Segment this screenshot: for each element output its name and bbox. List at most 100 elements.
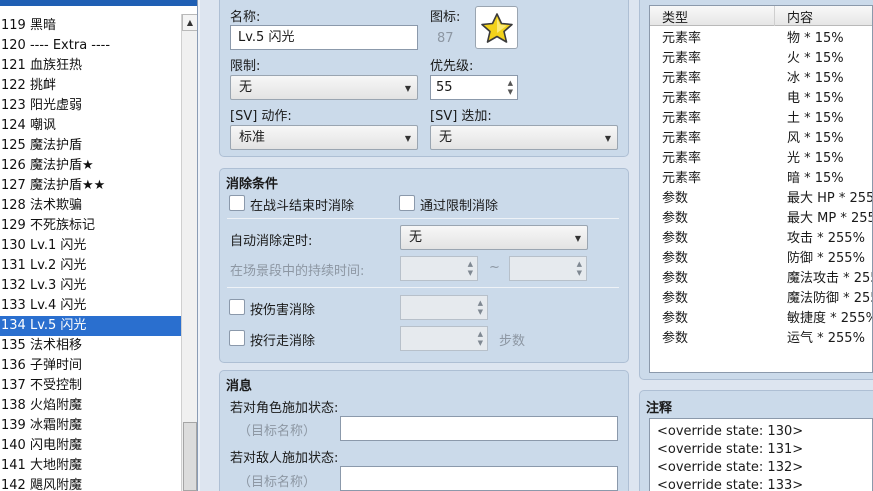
state-list[interactable]: 119 黑暗 120 ---- Extra ---- 121 血族狂热 122 挑衅 1… <box>0 0 198 491</box>
traits-table-row[interactable]: 元素率 风 * 15% <box>650 126 872 146</box>
list-item[interactable]: 141 大地附魔 <box>0 456 181 476</box>
list-item[interactable]: 137 不受控制 <box>0 376 181 396</box>
remove-by-walking-label: 按行走消除 <box>250 334 316 349</box>
spin-up-icon[interactable]: ▲ <box>577 260 582 268</box>
spin-down-icon[interactable]: ▼ <box>577 269 582 277</box>
walking-steps-spinner[interactable]: ▲ ▼ <box>400 326 488 351</box>
list-item[interactable]: 125 魔法护盾 <box>0 136 181 156</box>
note-line: <override state: 131> <box>657 442 804 457</box>
spin-down-icon[interactable]: ▼ <box>468 269 473 277</box>
state-icon-picker[interactable] <box>475 6 518 49</box>
trait-type-cell: 参数 <box>662 331 689 346</box>
list-item[interactable]: 135 法术相移 <box>0 336 181 356</box>
traits-table-row[interactable]: 元素率 暗 * 15% <box>650 166 872 186</box>
spin-down-icon[interactable]: ▼ <box>508 88 513 96</box>
traits-table-row[interactable]: 参数 防御 * 255% <box>650 246 872 266</box>
scroll-up-arrow-icon[interactable]: ▲ <box>182 14 197 31</box>
list-scrollbar[interactable]: ▲ <box>181 14 197 491</box>
traits-table[interactable]: 类型 内容 元素率物 * 15% 元素率火 * 15% 元素率冰 * 15% 元素率电… <box>649 5 873 373</box>
trait-content-cell: 土 * 15% <box>787 111 844 126</box>
sv-motion-dropdown[interactable]: 标准 ▼ <box>230 125 418 150</box>
list-item-selected[interactable]: 134 Lv.5 闪光 <box>0 316 181 336</box>
auto-removal-dropdown[interactable]: 无 ▼ <box>400 225 588 250</box>
damage-percent-spinner[interactable]: ▲ ▼ <box>400 295 488 320</box>
list-item[interactable]: 124 嘲讽 <box>0 116 181 136</box>
remove-at-battle-end-checkbox[interactable] <box>229 195 245 211</box>
trait-type-cell: 参数 <box>662 311 689 326</box>
remove-by-damage-checkbox[interactable] <box>229 299 245 315</box>
list-item[interactable]: 133 Lv.4 闪光 <box>0 296 181 316</box>
traits-table-header: 类型 内容 <box>650 6 872 26</box>
traits-table-row[interactable]: 参数 敏捷度 * 255% <box>650 306 873 326</box>
sv-motion-label: [SV] 动作: <box>230 109 292 124</box>
list-item[interactable]: 123 阳光虚弱 <box>0 96 181 116</box>
traits-table-row[interactable]: 参数 魔法防御 * 255% <box>650 286 872 306</box>
steps-label: 步数 <box>499 334 526 349</box>
list-item[interactable]: 130 Lv.1 闪光 <box>0 236 181 256</box>
trait-content-cell: 敏捷度 * 255% <box>787 311 873 326</box>
note-textarea[interactable]: <override state: 130> <override state: 13… <box>649 418 873 491</box>
chevron-down-icon: ▼ <box>404 84 411 93</box>
list-item[interactable]: 138 火焰附魔 <box>0 396 181 416</box>
priority-spinner[interactable]: 55 ▲ ▼ <box>430 75 518 100</box>
name-field[interactable]: Lv.5 闪光 <box>230 25 418 50</box>
list-item[interactable]: 129 不死族标记 <box>0 216 181 236</box>
star-icon <box>481 13 513 43</box>
list-item[interactable]: 128 法术欺骗 <box>0 196 181 216</box>
traits-table-row[interactable]: 参数 攻击 * 255% <box>650 226 872 246</box>
list-item[interactable]: 136 子弹时间 <box>0 356 181 376</box>
list-item[interactable]: 119 黑暗 <box>0 16 181 36</box>
restriction-dropdown[interactable]: 无 ▼ <box>230 75 418 100</box>
list-item[interactable]: 127 魔法护盾★★ <box>0 176 181 196</box>
spin-down-icon[interactable]: ▼ <box>478 339 483 347</box>
note-title: 注释 <box>646 401 673 416</box>
scroll-thumb[interactable] <box>183 422 197 491</box>
list-item[interactable]: 122 挑衅 <box>0 76 181 96</box>
sv-overlay-dropdown[interactable]: 无 ▼ <box>430 125 618 150</box>
remove-by-restriction-checkbox[interactable] <box>399 195 415 211</box>
traits-table-row[interactable]: 元素率 物 * 15% <box>650 26 872 46</box>
chevron-down-icon: ▼ <box>604 134 611 143</box>
trait-type-cell: 元素率 <box>662 31 702 46</box>
duration-max-spinner[interactable]: ▲ ▼ <box>509 256 587 281</box>
traits-table-row[interactable]: 参数 魔法攻击 * 255% <box>650 266 872 286</box>
actor-target-name-hint: （目标名称） <box>238 424 317 439</box>
traits-table-row[interactable]: 参数 运气 * 255% <box>650 326 872 346</box>
actor-message-field[interactable] <box>340 416 618 441</box>
traits-table-row[interactable]: 参数 最大 MP * 255% <box>650 206 872 226</box>
spin-up-icon[interactable]: ▲ <box>508 79 513 87</box>
traits-table-row[interactable]: 元素率 光 * 15% <box>650 146 872 166</box>
list-item[interactable]: 131 Lv.2 闪光 <box>0 256 181 276</box>
enemy-message-field[interactable] <box>340 466 618 491</box>
trait-type-cell: 元素率 <box>662 111 702 126</box>
note-line: <override state: 133> <box>657 478 804 491</box>
list-item[interactable]: 132 Lv.3 闪光 <box>0 276 181 296</box>
remove-by-walking-checkbox[interactable] <box>229 330 245 346</box>
duration-min-spinner[interactable]: ▲ ▼ <box>400 256 478 281</box>
spin-down-icon[interactable]: ▼ <box>478 308 483 316</box>
actor-message-label: 若对角色施加状态: <box>230 401 339 416</box>
traits-table-row[interactable]: 元素率 电 * 15% <box>650 86 872 106</box>
traits-table-row[interactable]: 元素率 土 * 15% <box>650 106 872 126</box>
trait-content-cell: 电 * 15% <box>787 91 844 106</box>
spin-up-icon[interactable]: ▲ <box>478 330 483 338</box>
separator <box>227 287 619 288</box>
spin-up-icon[interactable]: ▲ <box>478 299 483 307</box>
traits-table-row[interactable]: 参数 最大 HP * 255% <box>650 186 872 206</box>
list-item[interactable]: 139 冰霜附魔 <box>0 416 181 436</box>
list-item[interactable]: 142 飓风附魔 <box>0 476 181 491</box>
spin-up-icon[interactable]: ▲ <box>468 260 473 268</box>
list-item[interactable]: 140 闪电附魔 <box>0 436 181 456</box>
list-item[interactable]: 120 ---- Extra ---- <box>0 36 181 56</box>
enemy-message-label: 若对敌人施加状态: <box>230 451 339 466</box>
chevron-down-icon: ▼ <box>404 134 411 143</box>
remove-at-battle-end-label: 在战斗结束时消除 <box>250 199 355 214</box>
list-item[interactable]: 121 血族狂热 <box>0 56 181 76</box>
list-item[interactable]: 126 魔法护盾★ <box>0 156 181 176</box>
name-label: 名称: <box>230 10 261 25</box>
column-header-content[interactable]: 内容 <box>787 7 813 26</box>
traits-table-row[interactable]: 元素率 冰 * 15% <box>650 66 872 86</box>
traits-table-row[interactable]: 元素率 火 * 15% <box>650 46 872 66</box>
column-header-type[interactable]: 类型 <box>662 7 688 26</box>
trait-type-cell: 元素率 <box>662 51 702 66</box>
